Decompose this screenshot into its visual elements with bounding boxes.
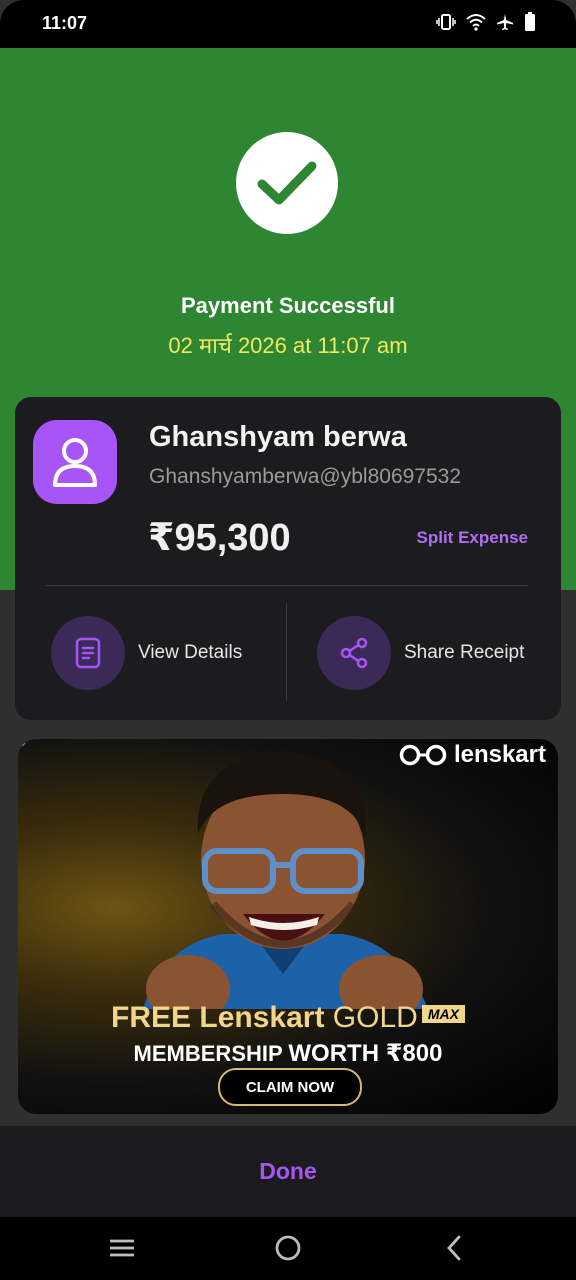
wifi-icon [466,13,486,31]
avatar [33,420,117,504]
offer-headline-gold: GOLD [332,1001,418,1034]
payee-upi-id: Ghanshyamberwa@ybl80697532 [149,465,462,488]
status-icons [436,12,536,32]
view-details-label: View Details [138,642,243,663]
share-icon [317,616,391,690]
document-icon [51,616,125,690]
ad-indicator-dot [18,739,26,747]
status-time: 11:07 [42,13,88,33]
share-receipt-label: Share Receipt [404,642,525,663]
claim-now-button[interactable]: CLAIM NOW [218,1068,362,1106]
payment-status-title: Payment Successful [181,293,395,318]
vibrate-icon [436,13,456,31]
success-check-icon [236,132,338,234]
max-badge: MAX [421,1005,465,1023]
promo-banner[interactable]: lenskart FREE Lenskart GOLD MAX MEMBERSHI… [18,739,558,1114]
offer-subline: MEMBERSHIP WORTH ₹800 [18,1039,558,1068]
battery-icon [524,12,536,32]
divider [46,585,528,586]
payee-name: Ghanshyam berwa [149,421,407,453]
offer-subline-prefix: MEMBERSHIP [133,1041,289,1066]
brand-name: lenskart [453,741,546,768]
system-nav-bar [0,1217,576,1280]
offer-headline: FREE Lenskart GOLD MAX [18,1001,558,1035]
view-details-button[interactable]: View Details [51,616,242,690]
split-expense-button[interactable]: Split Expense [417,528,528,548]
done-bar: Done [0,1126,576,1217]
payment-amount: ₹95,300 [148,517,291,559]
payment-datetime: 02 मार्च 2026 at 11:07 am [168,333,408,358]
payee-card: Ghanshyam berwa Ghanshyamberwa@ybl806975… [15,397,561,720]
share-receipt-button[interactable]: Share Receipt [317,616,524,690]
person-icon [53,438,97,487]
offer-headline-prefix: FREE Lenskart [111,1001,333,1034]
status-bar: 11:07 [0,0,576,48]
airplane-icon [496,13,514,31]
model-illustration [143,751,428,1009]
offer-subline-emphasis: WORTH ₹800 [288,1040,443,1067]
home-icon[interactable] [274,1233,302,1268]
done-button[interactable]: Done [259,1158,317,1185]
back-icon[interactable] [442,1233,466,1268]
menu-icon[interactable] [108,1233,136,1268]
divider-vertical [286,603,287,701]
